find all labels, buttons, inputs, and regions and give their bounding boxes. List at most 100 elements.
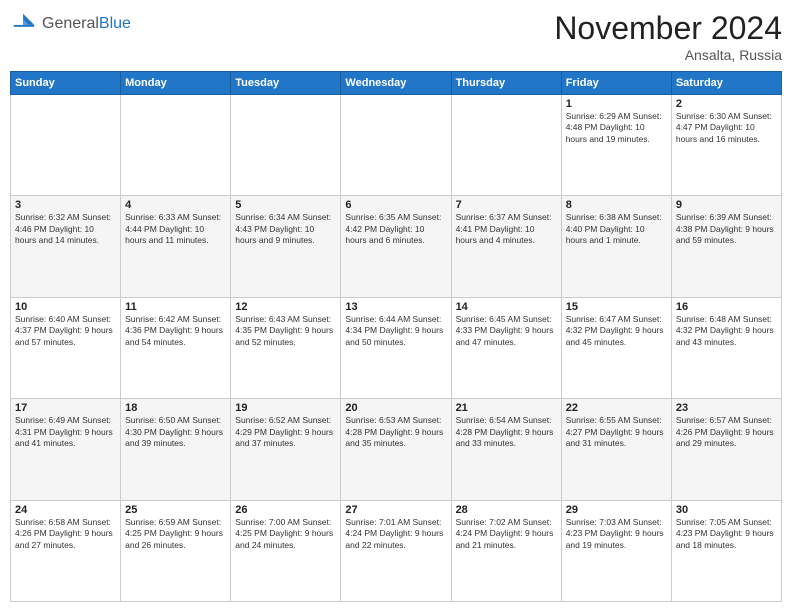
day-info: Sunrise: 7:02 AM Sunset: 4:24 PM Dayligh…	[456, 517, 557, 551]
logo-general: General	[42, 15, 99, 33]
calendar-cell: 2Sunrise: 6:30 AM Sunset: 4:47 PM Daylig…	[671, 95, 781, 196]
calendar-cell: 11Sunrise: 6:42 AM Sunset: 4:36 PM Dayli…	[121, 297, 231, 398]
day-info: Sunrise: 6:30 AM Sunset: 4:47 PM Dayligh…	[676, 111, 777, 145]
calendar-cell: 29Sunrise: 7:03 AM Sunset: 4:23 PM Dayli…	[561, 500, 671, 601]
calendar-cell	[451, 95, 561, 196]
day-number: 25	[125, 504, 226, 516]
day-number: 7	[456, 199, 557, 211]
day-info: Sunrise: 6:49 AM Sunset: 4:31 PM Dayligh…	[15, 415, 116, 449]
title-block: November 2024 Ansalta, Russia	[554, 10, 782, 63]
logo: GeneralBlue	[10, 10, 131, 38]
calendar-cell: 9Sunrise: 6:39 AM Sunset: 4:38 PM Daylig…	[671, 196, 781, 297]
calendar-cell: 18Sunrise: 6:50 AM Sunset: 4:30 PM Dayli…	[121, 399, 231, 500]
calendar-cell: 12Sunrise: 6:43 AM Sunset: 4:35 PM Dayli…	[231, 297, 341, 398]
col-monday: Monday	[121, 72, 231, 95]
day-number: 29	[566, 504, 667, 516]
day-info: Sunrise: 6:35 AM Sunset: 4:42 PM Dayligh…	[345, 212, 446, 246]
day-info: Sunrise: 6:37 AM Sunset: 4:41 PM Dayligh…	[456, 212, 557, 246]
day-number: 18	[125, 402, 226, 414]
calendar-cell: 3Sunrise: 6:32 AM Sunset: 4:46 PM Daylig…	[11, 196, 121, 297]
calendar-cell: 17Sunrise: 6:49 AM Sunset: 4:31 PM Dayli…	[11, 399, 121, 500]
day-number: 10	[15, 301, 116, 313]
col-saturday: Saturday	[671, 72, 781, 95]
calendar-cell: 24Sunrise: 6:58 AM Sunset: 4:26 PM Dayli…	[11, 500, 121, 601]
header: GeneralBlue November 2024 Ansalta, Russi…	[10, 10, 782, 63]
day-number: 6	[345, 199, 446, 211]
day-number: 11	[125, 301, 226, 313]
day-info: Sunrise: 6:48 AM Sunset: 4:32 PM Dayligh…	[676, 314, 777, 348]
day-info: Sunrise: 7:05 AM Sunset: 4:23 PM Dayligh…	[676, 517, 777, 551]
calendar-cell: 20Sunrise: 6:53 AM Sunset: 4:28 PM Dayli…	[341, 399, 451, 500]
day-info: Sunrise: 6:33 AM Sunset: 4:44 PM Dayligh…	[125, 212, 226, 246]
day-info: Sunrise: 6:34 AM Sunset: 4:43 PM Dayligh…	[235, 212, 336, 246]
day-info: Sunrise: 6:55 AM Sunset: 4:27 PM Dayligh…	[566, 415, 667, 449]
day-number: 22	[566, 402, 667, 414]
calendar-cell: 30Sunrise: 7:05 AM Sunset: 4:23 PM Dayli…	[671, 500, 781, 601]
calendar-cell: 5Sunrise: 6:34 AM Sunset: 4:43 PM Daylig…	[231, 196, 341, 297]
day-number: 4	[125, 199, 226, 211]
day-number: 13	[345, 301, 446, 313]
day-number: 1	[566, 98, 667, 110]
calendar-header: Sunday Monday Tuesday Wednesday Thursday…	[11, 72, 782, 95]
calendar-week-5: 24Sunrise: 6:58 AM Sunset: 4:26 PM Dayli…	[11, 500, 782, 601]
day-number: 21	[456, 402, 557, 414]
calendar-cell	[121, 95, 231, 196]
calendar-cell: 21Sunrise: 6:54 AM Sunset: 4:28 PM Dayli…	[451, 399, 561, 500]
day-info: Sunrise: 6:39 AM Sunset: 4:38 PM Dayligh…	[676, 212, 777, 246]
calendar-cell: 10Sunrise: 6:40 AM Sunset: 4:37 PM Dayli…	[11, 297, 121, 398]
day-number: 14	[456, 301, 557, 313]
calendar-cell: 7Sunrise: 6:37 AM Sunset: 4:41 PM Daylig…	[451, 196, 561, 297]
day-number: 16	[676, 301, 777, 313]
col-friday: Friday	[561, 72, 671, 95]
day-number: 23	[676, 402, 777, 414]
day-info: Sunrise: 6:32 AM Sunset: 4:46 PM Dayligh…	[15, 212, 116, 246]
col-thursday: Thursday	[451, 72, 561, 95]
calendar-cell: 4Sunrise: 6:33 AM Sunset: 4:44 PM Daylig…	[121, 196, 231, 297]
day-number: 19	[235, 402, 336, 414]
calendar-cell: 27Sunrise: 7:01 AM Sunset: 4:24 PM Dayli…	[341, 500, 451, 601]
calendar-cell: 14Sunrise: 6:45 AM Sunset: 4:33 PM Dayli…	[451, 297, 561, 398]
col-sunday: Sunday	[11, 72, 121, 95]
calendar-cell: 15Sunrise: 6:47 AM Sunset: 4:32 PM Dayli…	[561, 297, 671, 398]
calendar-cell	[231, 95, 341, 196]
calendar-cell: 19Sunrise: 6:52 AM Sunset: 4:29 PM Dayli…	[231, 399, 341, 500]
calendar-cell: 22Sunrise: 6:55 AM Sunset: 4:27 PM Dayli…	[561, 399, 671, 500]
day-info: Sunrise: 7:01 AM Sunset: 4:24 PM Dayligh…	[345, 517, 446, 551]
day-number: 9	[676, 199, 777, 211]
day-number: 2	[676, 98, 777, 110]
day-number: 15	[566, 301, 667, 313]
day-number: 3	[15, 199, 116, 211]
day-info: Sunrise: 6:38 AM Sunset: 4:40 PM Dayligh…	[566, 212, 667, 246]
month-title: November 2024	[554, 10, 782, 47]
day-number: 8	[566, 199, 667, 211]
day-info: Sunrise: 6:47 AM Sunset: 4:32 PM Dayligh…	[566, 314, 667, 348]
day-info: Sunrise: 6:29 AM Sunset: 4:48 PM Dayligh…	[566, 111, 667, 145]
day-info: Sunrise: 7:03 AM Sunset: 4:23 PM Dayligh…	[566, 517, 667, 551]
col-tuesday: Tuesday	[231, 72, 341, 95]
calendar-cell: 13Sunrise: 6:44 AM Sunset: 4:34 PM Dayli…	[341, 297, 451, 398]
calendar-table: Sunday Monday Tuesday Wednesday Thursday…	[10, 71, 782, 602]
day-number: 17	[15, 402, 116, 414]
calendar-cell	[341, 95, 451, 196]
calendar-week-3: 10Sunrise: 6:40 AM Sunset: 4:37 PM Dayli…	[11, 297, 782, 398]
col-wednesday: Wednesday	[341, 72, 451, 95]
day-number: 30	[676, 504, 777, 516]
calendar-week-2: 3Sunrise: 6:32 AM Sunset: 4:46 PM Daylig…	[11, 196, 782, 297]
day-info: Sunrise: 6:57 AM Sunset: 4:26 PM Dayligh…	[676, 415, 777, 449]
location: Ansalta, Russia	[554, 47, 782, 63]
day-number: 26	[235, 504, 336, 516]
logo-blue: Blue	[99, 15, 131, 33]
day-info: Sunrise: 6:40 AM Sunset: 4:37 PM Dayligh…	[15, 314, 116, 348]
calendar-cell: 1Sunrise: 6:29 AM Sunset: 4:48 PM Daylig…	[561, 95, 671, 196]
day-info: Sunrise: 6:43 AM Sunset: 4:35 PM Dayligh…	[235, 314, 336, 348]
day-info: Sunrise: 6:52 AM Sunset: 4:29 PM Dayligh…	[235, 415, 336, 449]
day-info: Sunrise: 6:50 AM Sunset: 4:30 PM Dayligh…	[125, 415, 226, 449]
day-info: Sunrise: 6:44 AM Sunset: 4:34 PM Dayligh…	[345, 314, 446, 348]
calendar-cell: 16Sunrise: 6:48 AM Sunset: 4:32 PM Dayli…	[671, 297, 781, 398]
header-row: Sunday Monday Tuesday Wednesday Thursday…	[11, 72, 782, 95]
calendar-week-1: 1Sunrise: 6:29 AM Sunset: 4:48 PM Daylig…	[11, 95, 782, 196]
day-info: Sunrise: 6:45 AM Sunset: 4:33 PM Dayligh…	[456, 314, 557, 348]
calendar-cell: 26Sunrise: 7:00 AM Sunset: 4:25 PM Dayli…	[231, 500, 341, 601]
day-info: Sunrise: 6:42 AM Sunset: 4:36 PM Dayligh…	[125, 314, 226, 348]
day-number: 24	[15, 504, 116, 516]
